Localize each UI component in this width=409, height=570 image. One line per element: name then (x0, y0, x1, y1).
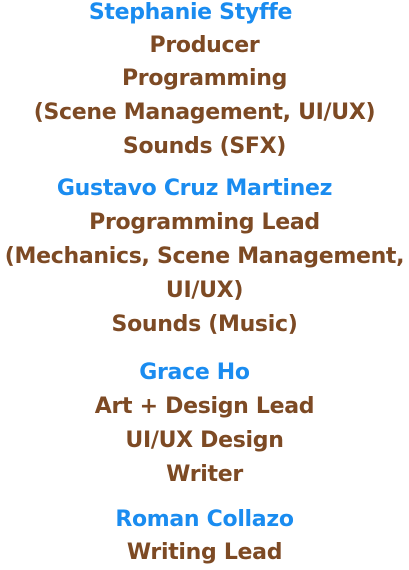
credit-role: (Mechanics, Scene Management, (4, 244, 405, 269)
credit-role: Programming Lead (89, 210, 320, 235)
credit-role: Producer (149, 33, 260, 58)
credit-role: Sounds (Music) (111, 312, 298, 337)
credit-role: Writer (166, 462, 243, 487)
credit-role: Programming (121, 66, 288, 91)
credit-role: Art + Design Lead (94, 394, 315, 419)
credit-role: UI/UX) (165, 278, 244, 303)
credit-role: Writing Lead (126, 540, 283, 565)
credit-role: (Scene Management, UI/UX) (33, 100, 376, 125)
credit-name: Roman Collazo (115, 507, 294, 532)
credit-name: Grace Ho (139, 360, 250, 385)
credit-role: UI/UX Design (125, 428, 284, 453)
credit-name: Stephanie Styffe (88, 0, 293, 25)
credit-name: Gustavo Cruz Martinez (56, 176, 333, 201)
credit-role: Sounds (SFX) (122, 134, 287, 159)
